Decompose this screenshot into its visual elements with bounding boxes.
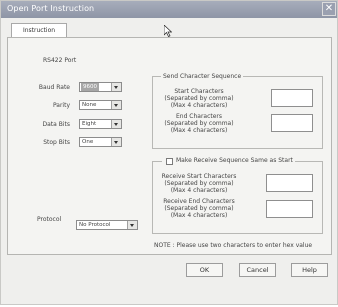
cancel-button[interactable]: Cancel (239, 263, 276, 277)
make-receive-same-label: Make Receive Sequence Same as Start (176, 157, 293, 164)
chevron-down-icon[interactable] (111, 120, 121, 128)
close-button[interactable]: ✕ (322, 2, 336, 16)
open-port-dialog: Open Port Instruction ✕ Instruction Deta… (0, 0, 338, 305)
receive-start-characters-input[interactable] (266, 174, 313, 192)
stop-bits-select[interactable]: One (79, 137, 122, 147)
make-receive-same-checkbox[interactable] (166, 158, 173, 165)
mouse-pointer-icon (164, 25, 172, 37)
baud-rate-label: Baud Rate (38, 84, 70, 91)
protocol-value: No Protocol (79, 222, 111, 228)
window-title: Open Port Instruction (7, 4, 95, 13)
chevron-down-icon[interactable] (111, 83, 121, 91)
receive-end-characters-label: Receive End Characters (Separated by com… (163, 198, 235, 219)
instruction-details-panel: RS422 Port Baud Rate 9600 Parity None Da… (7, 37, 332, 255)
baud-rate-select[interactable]: 9600 (79, 82, 122, 92)
baud-rate-value: 9600 (81, 83, 99, 91)
chevron-down-icon[interactable] (127, 221, 137, 229)
send-sequence-legend: Send Character Sequence (161, 73, 244, 80)
chevron-down-icon[interactable] (111, 138, 121, 146)
start-characters-label: Start Characters (Separated by comma) (M… (164, 88, 234, 109)
receive-sequence-legend: Make Receive Sequence Same as Start (162, 157, 295, 164)
parity-select[interactable]: None (79, 100, 122, 110)
data-bits-select[interactable]: Eight (79, 119, 122, 129)
parity-label: Parity (52, 102, 70, 109)
stop-bits-value: One (82, 139, 94, 145)
data-bits-value: Eight (82, 121, 97, 127)
close-icon: ✕ (324, 3, 334, 14)
parity-value: None (82, 102, 97, 108)
port-label: RS422 Port (43, 57, 77, 64)
protocol-select[interactable]: No Protocol (76, 220, 138, 230)
help-button[interactable]: Help (291, 263, 328, 277)
ok-button[interactable]: OK (186, 263, 223, 277)
start-characters-input[interactable] (271, 89, 313, 107)
receive-end-characters-input[interactable] (266, 200, 313, 218)
data-bits-label: Data Bits (42, 121, 71, 128)
title-bar[interactable]: Open Port Instruction ✕ (1, 1, 337, 18)
end-characters-label: End Characters (Separated by comma) (Max… (164, 113, 234, 134)
stop-bits-label: Stop Bits (43, 139, 70, 146)
hex-note: NOTE : Please use two characters to ente… (154, 242, 313, 249)
tab-instruction-details[interactable]: Instruction Details (11, 23, 67, 48)
protocol-label: Protocol (37, 216, 62, 223)
chevron-down-icon[interactable] (111, 101, 121, 109)
end-characters-input[interactable] (271, 114, 313, 132)
receive-start-characters-label: Receive Start Characters (Separated by c… (161, 173, 237, 194)
